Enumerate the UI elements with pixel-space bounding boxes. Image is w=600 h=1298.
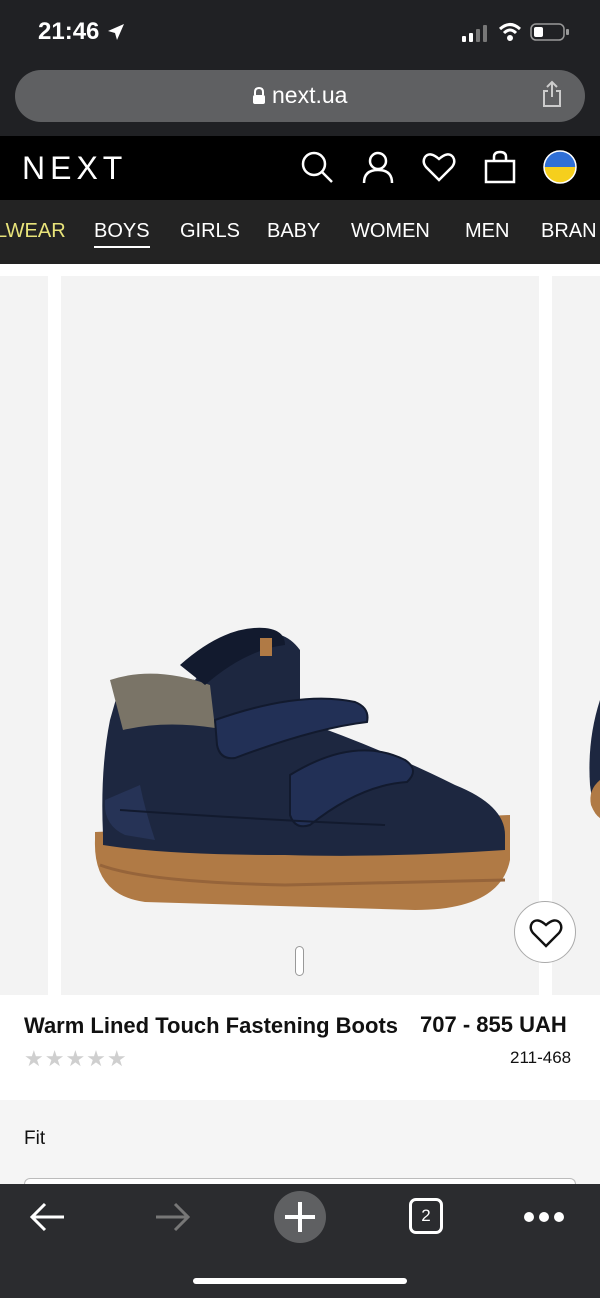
nav-item-baby[interactable]: BABY	[267, 220, 320, 243]
url-text: next.ua	[272, 82, 348, 108]
home-indicator	[193, 1278, 407, 1284]
more-menu-icon[interactable]	[522, 1210, 566, 1224]
status-time: 21:46	[38, 18, 100, 45]
product-image-next[interactable]	[552, 276, 600, 995]
carousel-indicator	[295, 946, 304, 976]
nav-item-men[interactable]: MEN	[465, 220, 509, 243]
nav-item-women[interactable]: WOMEN	[351, 220, 430, 243]
search-icon[interactable]	[300, 150, 334, 184]
location-arrow-icon	[108, 24, 124, 40]
ukraine-flag-icon[interactable]	[543, 150, 577, 184]
next-product-boot-peek	[589, 700, 600, 818]
fit-label: Fit	[24, 1128, 46, 1149]
lock-icon	[253, 87, 265, 104]
nav-item-footwear[interactable]: LWEAR	[0, 220, 66, 243]
fit-section	[0, 1100, 600, 1184]
heart-icon	[529, 919, 563, 948]
battery-icon	[530, 23, 569, 41]
product-title: Warm Lined Touch Fastening Boots	[24, 1013, 398, 1038]
forward-arrow-icon[interactable]	[154, 1200, 192, 1234]
rating-stars: ★★★★★	[24, 1046, 128, 1071]
wifi-icon	[498, 23, 522, 41]
product-image-prev[interactable]	[0, 276, 48, 995]
product-price: 707 - 855 UAH	[420, 1012, 567, 1037]
nav-item-girls[interactable]: GIRLS	[180, 220, 240, 243]
nav-item-brands[interactable]: BRAN	[541, 220, 597, 243]
product-boot-image	[94, 627, 510, 910]
cellular-signal-icon	[462, 25, 487, 42]
tab-count: 2	[421, 1206, 431, 1225]
favourites-icon[interactable]	[422, 150, 456, 184]
next-logo[interactable]: NEXT	[22, 150, 127, 187]
add-to-favourites-button[interactable]	[514, 901, 576, 963]
new-tab-icon[interactable]	[273, 1190, 327, 1244]
shopping-bag-icon[interactable]	[483, 150, 517, 184]
share-icon[interactable]	[540, 80, 564, 108]
tabs-button[interactable]: 2	[409, 1198, 443, 1234]
nav-item-boys[interactable]: BOYS	[94, 220, 150, 248]
back-arrow-icon[interactable]	[28, 1200, 66, 1234]
product-code: 211-468	[510, 1048, 572, 1067]
account-icon[interactable]	[361, 150, 395, 184]
